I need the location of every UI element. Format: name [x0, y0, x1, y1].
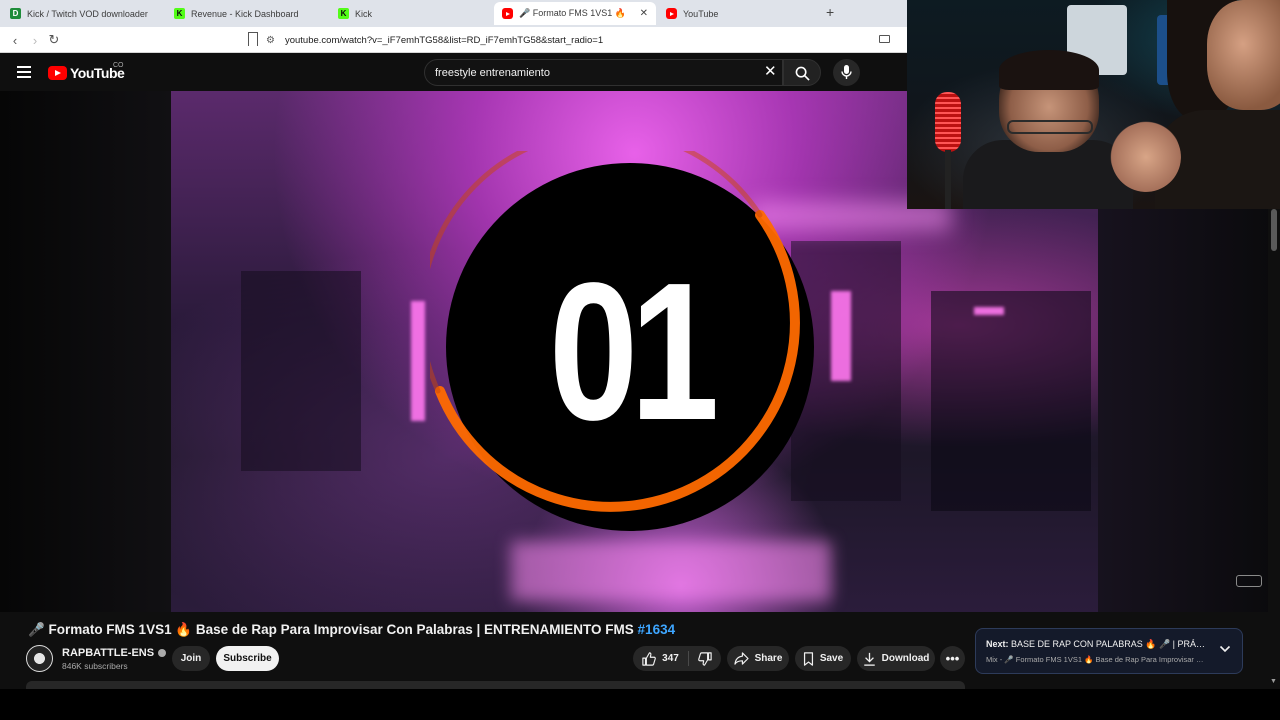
more-actions-button[interactable]: •••	[940, 646, 965, 671]
subscriber-count: 846K subscribers	[62, 661, 128, 671]
page-bottom	[0, 689, 1280, 720]
search-button[interactable]	[783, 59, 821, 86]
bookmark-icon[interactable]	[248, 32, 258, 46]
menu-icon[interactable]	[17, 66, 31, 78]
page-scrollbar[interactable]	[1268, 209, 1280, 689]
countdown-number: 01	[548, 241, 720, 461]
download-button[interactable]: Download	[857, 646, 935, 671]
forward-icon[interactable]: ›	[26, 31, 44, 49]
person-left-hair	[999, 50, 1099, 90]
person-right	[1207, 0, 1280, 110]
channel-watermark[interactable]	[1236, 575, 1262, 587]
subscribe-button[interactable]: Subscribe	[216, 646, 279, 671]
download-label: Download	[881, 653, 930, 664]
url-text: youtube.com/watch?v=_iF7emhTG58&list=RD_…	[284, 34, 604, 46]
video-title-text: 🎤 Formato FMS 1VS1 🔥 Base de Rap Para Im…	[28, 622, 638, 637]
verified-icon	[158, 649, 167, 657]
search-input[interactable]: freestyle entrenamiento ✕	[424, 59, 783, 86]
tab-title: YouTube	[683, 8, 719, 19]
share-label: Share	[754, 653, 783, 664]
download-icon	[863, 652, 875, 666]
webcam-overlay	[907, 0, 1280, 209]
next-video-title: BASE DE RAP CON PALABRAS 🔥 🎤 | PRÁCTICA	[1011, 639, 1208, 649]
tab-youtube-video[interactable]: 🎤 Formato FMS 1VS1 🔥 Base ✕	[494, 2, 656, 25]
next-video-title-line: Next: BASE DE RAP CON PALABRAS 🔥 🎤 | PRÁ…	[986, 639, 1208, 650]
back-icon[interactable]: ‹	[6, 31, 24, 49]
like-button[interactable]: 347	[633, 646, 688, 671]
channel-name-text: RAPBATTLE-ENS	[62, 647, 155, 659]
clear-search-icon[interactable]: ✕	[764, 64, 777, 80]
country-code: CO	[113, 62, 124, 69]
glasses	[1007, 120, 1093, 134]
scroll-down-icon[interactable]: ▼	[1270, 678, 1277, 685]
video-title: 🎤 Formato FMS 1VS1 🔥 Base de Rap Para Im…	[28, 622, 675, 638]
search-icon	[795, 66, 810, 81]
description-box[interactable]	[26, 681, 965, 689]
close-tab-icon[interactable]: ✕	[640, 8, 648, 19]
channel-avatar[interactable]	[26, 645, 53, 672]
reader-mode-icon[interactable]	[879, 35, 890, 43]
kick-icon: K	[338, 8, 349, 19]
tab-vod-downloader[interactable]: D Kick / Twitch VOD downloader	[2, 2, 164, 25]
share-icon	[733, 652, 749, 665]
save-playlist-icon	[803, 651, 813, 666]
url-field[interactable]: ⚙ youtube.com/watch?v=_iF7emhTG58&list=R…	[266, 30, 906, 50]
tab-youtube[interactable]: YouTube	[658, 2, 820, 25]
like-count: 347	[662, 653, 679, 664]
tab-title: 🎤 Formato FMS 1VS1 🔥 Base	[519, 8, 626, 18]
search-query: freestyle entrenamiento	[435, 67, 550, 79]
new-tab-button[interactable]: +	[826, 4, 834, 20]
video-hashtag[interactable]: #1634	[638, 622, 676, 637]
chevron-down-icon[interactable]	[1219, 644, 1231, 654]
thumbs-down-icon	[698, 651, 712, 666]
youtube-icon	[502, 8, 513, 19]
kick-icon: K	[174, 8, 185, 19]
join-button[interactable]: Join	[172, 646, 210, 671]
tab-kick[interactable]: K Kick	[330, 2, 492, 25]
studio-microphone	[935, 92, 961, 152]
video-letterbox-left	[0, 91, 171, 612]
site-info-icon[interactable]: ⚙	[266, 35, 275, 46]
channel-name[interactable]: RAPBATTLE-ENS	[62, 647, 167, 659]
next-prefix: Next:	[986, 639, 1009, 649]
microphone-icon	[841, 65, 852, 79]
save-label: Save	[819, 653, 844, 664]
tab-title: Kick / Twitch VOD downloader	[27, 8, 148, 19]
youtube-icon	[666, 8, 677, 19]
like-dislike-group: 347	[633, 646, 721, 671]
thumbs-up-icon	[642, 651, 656, 666]
youtube-play-icon	[48, 66, 67, 80]
next-video-mix: Mix - 🎤 Formato FMS 1VS1 🔥 Base de Rap P…	[986, 655, 1208, 664]
next-video-card[interactable]: Next: BASE DE RAP CON PALABRAS 🔥 🎤 | PRÁ…	[975, 628, 1243, 674]
dislike-button[interactable]	[689, 646, 721, 671]
tab-title: Revenue - Kick Dashboard	[191, 8, 299, 19]
reload-icon[interactable]: ↻	[45, 31, 63, 49]
voice-search-button[interactable]	[833, 59, 860, 86]
save-button[interactable]: Save	[795, 646, 851, 671]
download-app-icon: D	[10, 8, 21, 19]
mic-arm	[945, 150, 951, 209]
tab-kick-dashboard[interactable]: K Revenue - Kick Dashboard	[166, 2, 328, 25]
tab-title: Kick	[355, 8, 373, 19]
share-button[interactable]: Share	[727, 646, 789, 671]
scroll-thumb[interactable]	[1271, 209, 1277, 251]
countdown-badge: 01	[419, 128, 830, 551]
